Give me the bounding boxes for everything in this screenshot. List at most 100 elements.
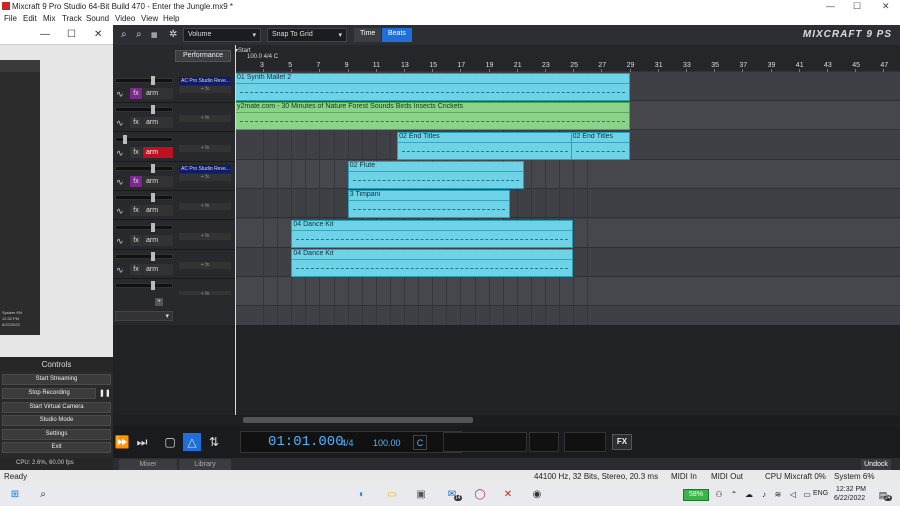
menu-help[interactable]: Help (163, 14, 179, 23)
volume-knob[interactable] (151, 76, 155, 85)
add-track-icon[interactable]: + (155, 298, 163, 306)
cloud-icon[interactable]: ☁ (742, 488, 756, 502)
performance-button[interactable]: Performance (175, 50, 231, 62)
track-header[interactable]: + fx ∿ fx arm (113, 250, 235, 279)
arm-button[interactable]: arm (143, 117, 173, 129)
clock-time[interactable]: 12:32 PM (836, 486, 866, 493)
chevron-up-icon[interactable]: ⌃ (727, 488, 741, 502)
audio-clip[interactable]: 01 Synth Mallet 2 (235, 73, 630, 101)
fx-button[interactable]: fx (130, 175, 142, 187)
fx-button[interactable]: fx (130, 263, 142, 275)
menu-mix[interactable]: Mix (43, 14, 55, 23)
track-lanes[interactable]: 01 Synth Mallet 2 y2mate.com - 30 Minutes… (235, 72, 900, 325)
volume-fader[interactable] (115, 253, 173, 259)
add-fx-button[interactable]: + fx (179, 261, 231, 269)
clock-date[interactable]: 6/22/2022 (834, 495, 865, 502)
track-header[interactable]: + fx ∿ fx arm (113, 191, 235, 221)
zoom-out-icon[interactable]: ⌕ (136, 29, 142, 40)
horizontal-scrollbar[interactable] (243, 416, 900, 424)
menu-track[interactable]: Track (62, 14, 82, 23)
maximize-button[interactable]: ☐ (853, 1, 861, 12)
audio-clip[interactable]: 3 Timpani (347, 190, 510, 219)
audio-clip[interactable]: 02 End Titles (570, 131, 630, 160)
key-signature[interactable]: C (413, 435, 427, 450)
volume-knob[interactable] (123, 134, 127, 144)
add-fx-button[interactable]: + fx (179, 173, 231, 181)
arm-button[interactable]: arm (143, 88, 173, 99)
battery-icon[interactable]: ▭ (800, 488, 814, 502)
menu-view[interactable]: View (141, 14, 158, 23)
volume-knob[interactable] (151, 193, 155, 203)
skip-to-end-icon[interactable]: ⏭ (133, 433, 151, 451)
volume-fader[interactable] (115, 78, 173, 83)
pause-recording-button[interactable]: ❚❚ (99, 389, 111, 397)
master-fx-button[interactable]: FX (612, 434, 632, 450)
menu-edit[interactable]: Edit (23, 14, 37, 23)
arm-button[interactable]: arm (143, 234, 173, 246)
start-virtual-camera-button[interactable]: Start Virtual Camera (2, 402, 111, 413)
file-explorer-icon[interactable]: ▭ (385, 488, 399, 502)
obs-maximize-button[interactable]: ☐ (67, 29, 76, 40)
search-icon[interactable]: ⌕ (36, 488, 50, 502)
arm-button[interactable]: arm (143, 175, 173, 187)
arm-button[interactable]: arm (143, 263, 173, 275)
track-header[interactable]: AC Pro Studio Reve... + fx ∿ fx arm (113, 162, 235, 191)
volume-fader[interactable] (115, 195, 173, 201)
track-header[interactable]: + fx ∿ fx arm (113, 103, 235, 133)
audio-clip[interactable]: 02 End Titles (397, 131, 574, 160)
store-icon[interactable]: ▣ (414, 488, 428, 502)
track-lane[interactable] (235, 277, 900, 307)
arm-button[interactable]: arm (143, 205, 173, 217)
time-toggle[interactable]: Time (354, 28, 382, 42)
track-lane[interactable] (235, 189, 900, 219)
volume-knob[interactable] (151, 222, 155, 232)
track-lane[interactable] (235, 159, 900, 189)
volume-fader[interactable] (115, 283, 173, 289)
volume-knob[interactable] (151, 105, 155, 115)
obs-icon[interactable]: ◉ (530, 488, 544, 502)
loop-icon[interactable]: ▢ (161, 433, 179, 451)
add-fx-button[interactable]: + fx (179, 115, 231, 123)
obs-minimize-button[interactable]: — (40, 29, 50, 40)
track-header[interactable]: + fx ∿ fx arm (113, 133, 235, 162)
snap-dropdown[interactable]: Snap To Grid ▾ (267, 28, 347, 42)
tempo-bpm[interactable]: 100.00 (373, 438, 401, 448)
midi-icon[interactable]: ▦ (151, 31, 158, 39)
menu-sound[interactable]: Sound (86, 14, 109, 23)
menu-video[interactable]: Video (115, 14, 135, 23)
scrollbar-thumb[interactable] (243, 417, 473, 423)
mic-icon[interactable]: ♪ (757, 488, 771, 502)
fx-button[interactable]: fx (130, 117, 142, 129)
person-icon[interactable]: ⚇ (712, 488, 726, 502)
fx-button[interactable]: fx (130, 146, 142, 158)
opera-icon[interactable]: ◯ (473, 488, 487, 502)
metronome-icon[interactable]: △ (183, 433, 201, 451)
arm-button[interactable]: arm (143, 146, 173, 158)
mixcraft-icon[interactable]: ✕ (501, 488, 515, 502)
obs-close-button[interactable]: ✕ (94, 29, 102, 40)
tab-mixer[interactable]: Mixer (119, 459, 177, 470)
close-button[interactable]: ✕ (882, 1, 890, 12)
audio-clip[interactable]: 04 Dance Kit (291, 219, 574, 248)
menu-file[interactable]: File (4, 14, 17, 23)
stop-recording-button[interactable]: Stop Recording (2, 388, 96, 399)
settings-button[interactable]: Settings (2, 429, 111, 440)
battery-indicator[interactable]: 58% (683, 489, 709, 501)
mode-dropdown[interactable]: Volume ▾ (183, 28, 261, 42)
start-streaming-button[interactable]: Start Streaming (2, 374, 111, 385)
tab-library[interactable]: Library (179, 459, 231, 470)
beats-toggle[interactable]: Beats (382, 28, 412, 42)
volume-knob[interactable] (151, 251, 155, 261)
minimize-button[interactable]: — (826, 1, 835, 11)
undock-button[interactable]: Undock (861, 459, 891, 470)
audio-clip[interactable]: 04 Dance Kit (291, 248, 574, 277)
punch-icon[interactable]: ⇅ (205, 433, 223, 451)
zoom-in-icon[interactable]: ⌕ (121, 29, 127, 40)
playhead[interactable] (235, 45, 236, 415)
track-type-dropdown[interactable]: ▾ (115, 311, 173, 321)
wifi-icon[interactable]: ≋ (771, 488, 785, 502)
language-indicator[interactable]: ENG (813, 490, 828, 497)
fx-button[interactable]: fx (130, 234, 142, 246)
timeline-ruler[interactable]: ▾Start 100.0 4/4 C 3 5 7 9 11 13 15 17 19 21 23 25 27… (235, 45, 900, 72)
audio-clip[interactable]: 02 Flute (347, 160, 525, 189)
